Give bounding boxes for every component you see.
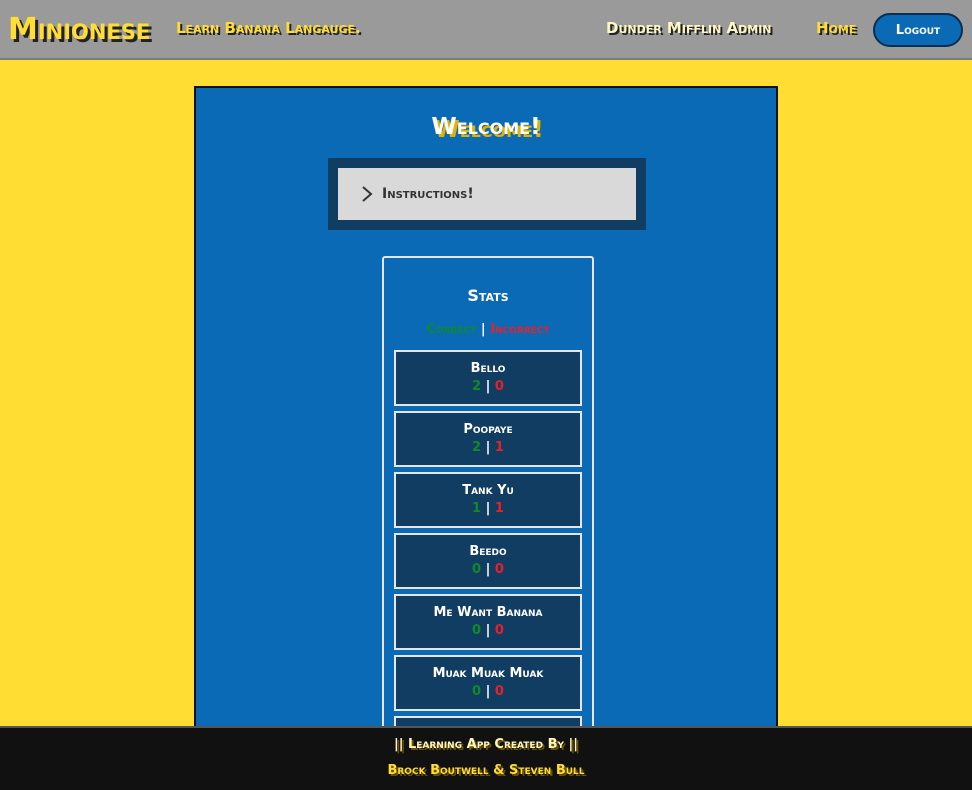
word-name: Me Want Banana (433, 605, 543, 620)
logout-button[interactable]: Logout (873, 13, 963, 47)
word-score: 0 | 0 (396, 684, 580, 699)
legend-incorrect: Incorrect (490, 322, 550, 337)
stats-title: Stats (467, 286, 509, 305)
word-card: Bello 2 | 0 (394, 350, 582, 406)
word-name: Bello (470, 361, 506, 376)
word-name: Tank Yu (462, 483, 514, 498)
word-name: Poopaye (463, 422, 513, 437)
incorrect-count: 1 (494, 440, 504, 455)
word-card: Poopaye 2 | 1 (394, 411, 582, 467)
score-separator: | (485, 623, 491, 638)
instructions-toggle[interactable]: Instructions! (338, 168, 636, 220)
word-score: 0 | 0 (396, 623, 580, 638)
stats-panel: Stats Correct | Incorrect Bello 2 | 0 Po… (382, 256, 594, 756)
word-card: Tank Yu 1 | 1 (394, 472, 582, 528)
incorrect-count: 1 (494, 501, 504, 516)
app-logo[interactable]: Minionese (8, 12, 150, 47)
correct-count: 2 (472, 440, 482, 455)
word-card: Beedo 0 | 0 (394, 533, 582, 589)
instructions-label: Instructions! (382, 186, 474, 202)
word-score: 2 | 1 (396, 440, 580, 455)
incorrect-count: 0 (494, 684, 504, 699)
chevron-right-icon (362, 186, 373, 202)
word-score: 1 | 1 (396, 501, 580, 516)
score-separator: | (485, 379, 491, 394)
word-score: 2 | 0 (396, 379, 580, 394)
correct-count: 1 (472, 501, 482, 516)
score-separator: | (485, 501, 491, 516)
correct-count: 0 (472, 684, 482, 699)
instructions-panel: Instructions! (328, 158, 646, 230)
footer: || Learning App Created By || Brock Bout… (0, 726, 972, 790)
footer-credit-line: || Learning App Created By || (393, 737, 579, 752)
incorrect-count: 0 (494, 379, 504, 394)
legend-separator: | (480, 322, 486, 337)
stats-legend: Correct | Incorrect (384, 322, 592, 337)
score-separator: | (485, 684, 491, 699)
incorrect-count: 0 (494, 562, 504, 577)
correct-count: 0 (472, 623, 482, 638)
home-link[interactable]: Home (816, 19, 856, 37)
top-nav: Minionese Learn Banana Langauge. Dunder … (0, 0, 972, 60)
welcome-heading: Welcome! (431, 114, 541, 140)
incorrect-count: 0 (494, 623, 504, 638)
score-separator: | (485, 440, 491, 455)
word-score: 0 | 0 (396, 562, 580, 577)
word-card: Me Want Banana 0 | 0 (394, 594, 582, 650)
score-separator: | (485, 562, 491, 577)
tagline: Learn Banana Langauge. (176, 19, 361, 37)
user-name: Dunder Mifflin Admin (606, 19, 772, 37)
correct-count: 2 (472, 379, 482, 394)
legend-correct: Correct (426, 322, 477, 337)
word-card: Muak Muak Muak 0 | 0 (394, 655, 582, 711)
word-name: Muak Muak Muak (432, 666, 544, 681)
footer-authors: Brock Boutwell & Steven Bull (387, 763, 585, 778)
correct-count: 0 (472, 562, 482, 577)
word-name: Beedo (469, 544, 507, 559)
main-panel: Welcome! Instructions! Stats Correct | I… (194, 86, 778, 756)
